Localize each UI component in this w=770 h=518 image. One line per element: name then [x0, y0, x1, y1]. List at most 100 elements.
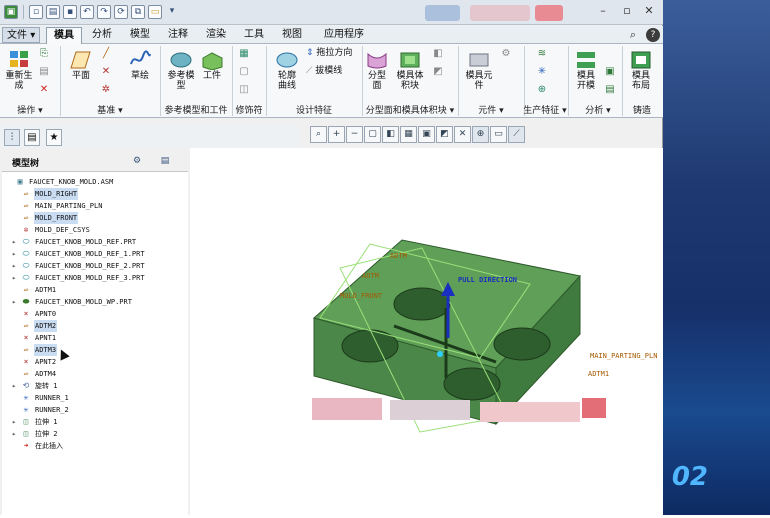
datum-point-icon[interactable]: ✕ — [100, 66, 112, 78]
model-tree-item[interactable]: ▱ ADTM2 — [12, 320, 58, 332]
plane-button[interactable]: 平面 — [66, 50, 96, 81]
draft-line-button[interactable]: ⟋ 拔模线 — [306, 66, 358, 76]
shrink-icon[interactable]: ▦ — [238, 48, 250, 60]
expand-arrow-icon[interactable]: ▸ — [12, 248, 20, 260]
model-tree-item[interactable]: × APNT0 — [12, 308, 57, 320]
folder-browser-tab[interactable]: ▤ — [24, 129, 40, 146]
expand-arrow-icon[interactable]: ▸ — [12, 260, 20, 272]
group-label-parting-surface[interactable]: 分型面和模具体积块 ▾ — [362, 105, 458, 117]
tab-view[interactable]: 视图 — [274, 27, 310, 44]
tab-annotate[interactable]: 注释 — [160, 27, 196, 44]
display-style-icon[interactable]: ◧ — [382, 126, 399, 143]
mirror-icon[interactable]: ◫ — [238, 84, 250, 96]
group-label-modifiers[interactable]: 修饰符 — [232, 105, 266, 117]
model-tree-item[interactable]: ▸ ⬭ FAUCET_KNOB_MOLD_REF_3.PRT — [12, 272, 146, 284]
app-icon[interactable]: ▣ — [4, 5, 18, 19]
tab-model[interactable]: 模型 — [122, 27, 158, 44]
model-tree-item[interactable]: ▱ ADTM3 — [12, 344, 58, 356]
model-tree-item[interactable]: ▸ ⬬ FAUCET_KNOB_MOLD_WP.PRT — [12, 296, 133, 308]
customize-quick-access-icon[interactable]: ▾ — [165, 5, 179, 19]
paste-icon[interactable]: ▤ — [38, 66, 50, 78]
model-tree-tab[interactable]: ⫶ — [4, 129, 20, 146]
restore-button[interactable]: ▫ — [620, 4, 634, 18]
model-tree-item[interactable]: ▱ MOLD_FRONT — [12, 212, 79, 224]
refit-icon[interactable]: ⌕ — [310, 126, 327, 143]
pattern-icon[interactable]: ▢ — [238, 66, 250, 78]
model-tree-item[interactable]: ✳ RUNNER_1 — [12, 392, 70, 404]
save-icon[interactable]: ▪ — [63, 5, 77, 19]
model-tree-item[interactable]: ➜ 在此插入 — [12, 440, 64, 452]
expand-arrow-icon[interactable]: ▸ — [12, 380, 20, 392]
runner-icon[interactable]: ≋ — [536, 48, 548, 60]
csys-icon[interactable]: ✲ — [100, 84, 112, 96]
drag-direction-button[interactable]: ⇕ 拖拉方向 — [306, 48, 358, 58]
model-tree-item[interactable]: ▱ MAIN_PARTING_PLN — [12, 200, 103, 212]
extract-icon[interactable]: ◩ — [432, 66, 444, 78]
graphics-area[interactable]: PULL DIRECTION MAIN_PARTING_PLN ADTM1 AD… — [190, 148, 663, 515]
datum-planes-display-icon[interactable]: ⟋ — [508, 126, 525, 143]
close-button[interactable]: ✕ — [642, 4, 656, 18]
model-tree-item[interactable]: ▸ ◫ 拉伸 2 — [12, 428, 58, 440]
draft-check-icon[interactable]: ▣ — [604, 66, 616, 78]
waterline-icon[interactable]: ✳ — [536, 66, 548, 78]
expand-arrow-icon[interactable]: ▸ — [12, 296, 20, 308]
model-tree-item[interactable]: ▣ FAUCET_KNOB_MOLD.ASM — [6, 176, 114, 188]
group-label-production-features[interactable]: 生产特征 ▾ — [514, 105, 576, 117]
help-icon[interactable]: ? — [646, 28, 660, 42]
favorites-tab[interactable]: ★ — [46, 129, 62, 146]
repaint-icon[interactable]: ▢ — [364, 126, 381, 143]
model-tree-item[interactable]: ▸ ⬭ FAUCET_KNOB_MOLD_REF.PRT — [12, 236, 137, 248]
model-tree-item[interactable]: ▱ MOLD_RIGHT — [12, 188, 79, 200]
new-icon[interactable]: ▫ — [29, 5, 43, 19]
model-tree-item[interactable]: ▸ ⬭ FAUCET_KNOB_MOLD_REF_1.PRT — [12, 248, 146, 260]
model-tree-item[interactable]: ▸ ◫ 拉伸 1 — [12, 416, 58, 428]
saved-views-icon[interactable]: ▦ — [400, 126, 417, 143]
model-tree-item[interactable]: ▱ ADTM1 — [12, 284, 57, 296]
tree-settings-icon[interactable]: ⚙ — [130, 155, 144, 169]
group-label-design-features[interactable]: 设计特征 — [266, 105, 362, 117]
model-tree-item[interactable]: × APNT2 — [12, 356, 57, 368]
regenerate-button[interactable]: 重新生成 — [4, 48, 34, 91]
reference-model-button[interactable]: 参考模型 — [164, 50, 198, 91]
minimize-button[interactable]: – — [596, 4, 610, 18]
expand-arrow-icon[interactable]: ▸ — [12, 416, 20, 428]
workpiece-button[interactable]: 工件 — [198, 50, 226, 81]
group-label-datum[interactable]: 基准 ▾ — [60, 105, 160, 117]
group-label-reference-model[interactable]: 参考模型和工件 — [160, 105, 232, 117]
datum-display-icon[interactable]: ✕ — [454, 126, 471, 143]
tab-mold[interactable]: 模具 — [46, 27, 82, 44]
perspective-icon[interactable]: ◩ — [436, 126, 453, 143]
group-label-operations[interactable]: 操作 ▾ — [0, 105, 60, 117]
axis-icon[interactable]: ╱ — [100, 48, 112, 60]
undo-icon[interactable]: ↶ — [80, 5, 94, 19]
delete-icon[interactable]: ✕ — [38, 84, 50, 96]
model-tree-item[interactable]: ▸ ⬭ FAUCET_KNOB_MOLD_REF_2.PRT — [12, 260, 146, 272]
search-icon[interactable]: ⌕ — [626, 28, 640, 42]
model-tree-item[interactable]: ▸ ⟲ 旋转 1 — [12, 380, 58, 392]
model-tree-item[interactable]: ✳ RUNNER_2 — [12, 404, 70, 416]
split-volume-icon[interactable]: ◧ — [432, 48, 444, 60]
zoom-out-icon[interactable]: − — [346, 126, 363, 143]
file-menu[interactable]: 文件 ▾ — [2, 27, 41, 43]
ejector-icon[interactable]: ⊕ — [536, 84, 548, 96]
parting-surface-button[interactable]: 分型 面 — [364, 50, 390, 91]
group-label-casting[interactable]: 铸造 — [622, 105, 662, 117]
open-icon[interactable]: ▤ — [46, 5, 60, 19]
copy-icon[interactable]: ⎘ — [38, 48, 50, 60]
tab-render[interactable]: 渲染 — [198, 27, 234, 44]
tab-analysis[interactable]: 分析 — [84, 27, 120, 44]
show-icon[interactable]: ▤ — [158, 155, 172, 169]
mold-opening-button[interactable]: 模具 开模 — [572, 50, 600, 91]
folder-icon[interactable]: ▭ — [148, 5, 162, 19]
view-manager-icon[interactable]: ▣ — [418, 126, 435, 143]
annotation-display-icon[interactable]: ▭ — [490, 126, 507, 143]
group-label-analysis[interactable]: 分析 ▾ — [574, 105, 622, 117]
spin-center-icon[interactable]: ⊕ — [472, 126, 489, 143]
expand-arrow-icon[interactable]: ▸ — [12, 428, 20, 440]
expand-arrow-icon[interactable]: ▸ — [12, 236, 20, 248]
redo-icon[interactable]: ↷ — [97, 5, 111, 19]
windows-icon[interactable]: ⧉ — [131, 5, 145, 19]
regenerate-icon[interactable]: ⟳ — [114, 5, 128, 19]
thickness-check-icon[interactable]: ▤ — [604, 84, 616, 96]
silhouette-curve-button[interactable]: 轮廓 曲线 — [270, 50, 304, 91]
